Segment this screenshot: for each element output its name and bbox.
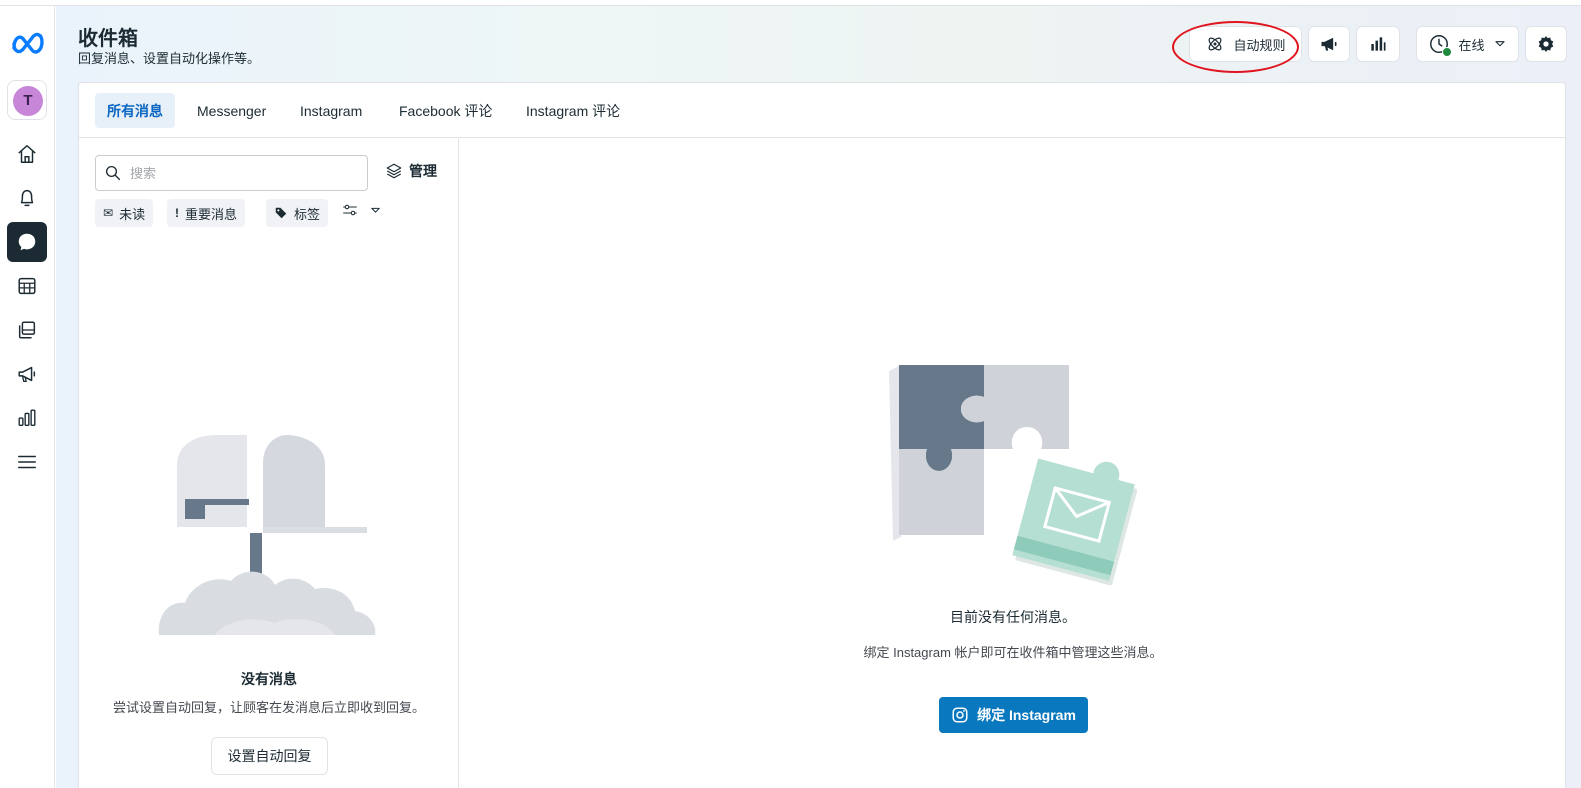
status-clock [1428, 33, 1453, 57]
pages-icon [18, 321, 36, 339]
insights-icon [18, 409, 36, 427]
left-navigation-rail: T [0, 6, 55, 788]
search-icon [105, 165, 121, 181]
inbox-panel: 所有消息 Messenger Instagram Facebook 评论 Ins… [78, 82, 1566, 788]
account-switcher[interactable]: T [7, 80, 47, 120]
connect-instagram-label: 绑定 Instagram [977, 707, 1076, 723]
tab-messenger[interactable]: Messenger [185, 93, 278, 128]
filter-labels-label: 标签 [294, 206, 321, 222]
search-input[interactable] [130, 165, 350, 181]
filter-labels-chip[interactable]: 标签 [266, 199, 329, 227]
filter-important-chip[interactable]: ! 重要消息 [167, 199, 246, 227]
puzzle-illustration [889, 365, 1137, 585]
page-title: 收件箱 [78, 28, 138, 50]
megaphone-icon [18, 366, 36, 382]
sidebar-item-inbox[interactable] [7, 222, 47, 262]
instagram-icon [952, 707, 968, 723]
search-box[interactable] [95, 155, 368, 191]
bell-icon [20, 189, 34, 207]
promote-button[interactable] [1308, 26, 1350, 62]
tab-facebook-comments[interactable]: Facebook 评论 [387, 93, 504, 128]
chevron-down-icon [1494, 41, 1505, 47]
home-icon [18, 145, 36, 163]
inbox-chat-icon [18, 233, 36, 251]
status-label: 在线 [1458, 37, 1485, 53]
sliders-icon [343, 204, 357, 216]
tag-icon [275, 207, 287, 219]
online-status-dot [1442, 47, 1453, 57]
tab-instagram[interactable]: Instagram [288, 93, 374, 128]
chevron-down-icon [371, 207, 380, 213]
availability-status-dropdown[interactable]: 在线 [1416, 26, 1519, 62]
empty-conversation-subtitle: 绑定 Instagram 帐户即可在收件箱中管理这些消息。 [863, 645, 1163, 660]
message-list-column: 管理 ✉ 未读 ! 重要消息 标签 没有消息 尝试设置自动回复，让顾 [79, 139, 459, 788]
inbox-tabs: 所有消息 Messenger Instagram Facebook 评论 Ins… [79, 83, 1565, 138]
tab-instagram-comments[interactable]: Instagram 评论 [514, 93, 632, 128]
sidebar-item-insights[interactable] [7, 398, 47, 438]
table-icon [18, 277, 36, 295]
empty-mailbox-illustration [158, 435, 376, 635]
filter-unread-label: 未读 [119, 206, 146, 222]
megaphone-filled-icon [1321, 37, 1337, 51]
annotation-circle [1172, 21, 1299, 73]
filter-unread-chip[interactable]: ✉ 未读 [95, 199, 154, 227]
sidebar-item-all-tools[interactable] [7, 442, 47, 482]
bar-chart-icon [1371, 37, 1386, 51]
setup-auto-reply-button[interactable]: 设置自动回复 [211, 737, 328, 775]
settings-button[interactable] [1525, 26, 1567, 62]
meta-logo-icon[interactable] [10, 30, 46, 54]
connect-instagram-button[interactable]: 绑定 Instagram [939, 697, 1088, 733]
empty-conversation-title: 目前没有任何消息。 [950, 609, 1076, 625]
manage-label: 管理 [409, 163, 437, 179]
avatar: T [13, 86, 43, 116]
sidebar-item-notifications[interactable] [7, 178, 47, 218]
filter-important-label: 重要消息 [185, 206, 238, 222]
page-subtitle: 回复消息、设置自动化操作等。 [78, 51, 261, 66]
envelope-icon: ✉ [103, 206, 114, 220]
layers-icon [386, 163, 402, 179]
sidebar-item-planner[interactable] [7, 266, 47, 306]
empty-list-subtitle: 尝试设置自动回复，让顾客在发消息后立即收到回复。 [112, 700, 425, 715]
menu-icon [18, 455, 36, 469]
sidebar-item-content[interactable] [7, 310, 47, 350]
manage-button[interactable]: 管理 [385, 161, 437, 181]
tab-all-messages[interactable]: 所有消息 [95, 93, 175, 128]
insights-button[interactable] [1356, 26, 1400, 62]
more-filters-dropdown[interactable] [341, 201, 382, 219]
sidebar-item-home[interactable] [7, 134, 47, 174]
empty-list-title: 没有消息 [241, 671, 297, 687]
exclamation-icon: ! [175, 206, 179, 220]
sidebar-item-ads[interactable] [7, 354, 47, 394]
gear-icon [1538, 36, 1554, 52]
